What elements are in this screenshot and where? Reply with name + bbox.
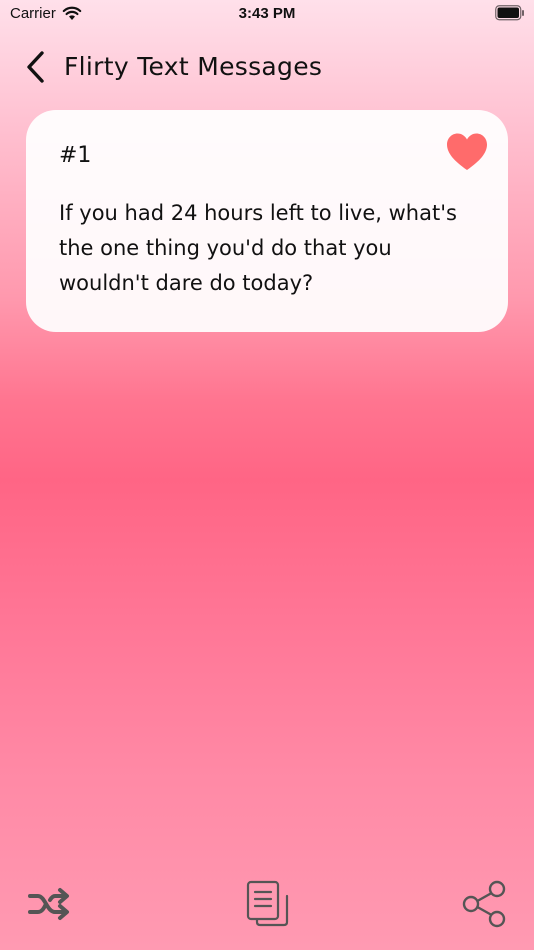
shuffle-button[interactable] bbox=[25, 880, 73, 928]
battery-icon bbox=[495, 5, 524, 21]
copy-button[interactable] bbox=[243, 880, 291, 928]
page-title: Flirty Text Messages bbox=[64, 52, 323, 81]
copy-icon bbox=[246, 880, 289, 927]
message-card: #1 If you had 24 hours left to live, wha… bbox=[26, 110, 508, 332]
message-number: #1 bbox=[59, 143, 92, 168]
shuffle-icon bbox=[28, 888, 69, 920]
share-button[interactable] bbox=[461, 880, 509, 928]
bottom-toolbar bbox=[0, 870, 534, 950]
nav-bar: Flirty Text Messages bbox=[0, 46, 534, 90]
back-button[interactable] bbox=[18, 48, 52, 86]
status-time: 3:43 PM bbox=[238, 5, 296, 22]
favorite-button[interactable] bbox=[446, 132, 488, 174]
status-bar: Carrier 3:43 PM bbox=[0, 0, 534, 28]
chevron-left-icon bbox=[27, 51, 44, 83]
message-text: If you had 24 hours left to live, what's… bbox=[59, 201, 457, 295]
heart-icon bbox=[447, 133, 487, 170]
share-icon bbox=[462, 880, 506, 928]
